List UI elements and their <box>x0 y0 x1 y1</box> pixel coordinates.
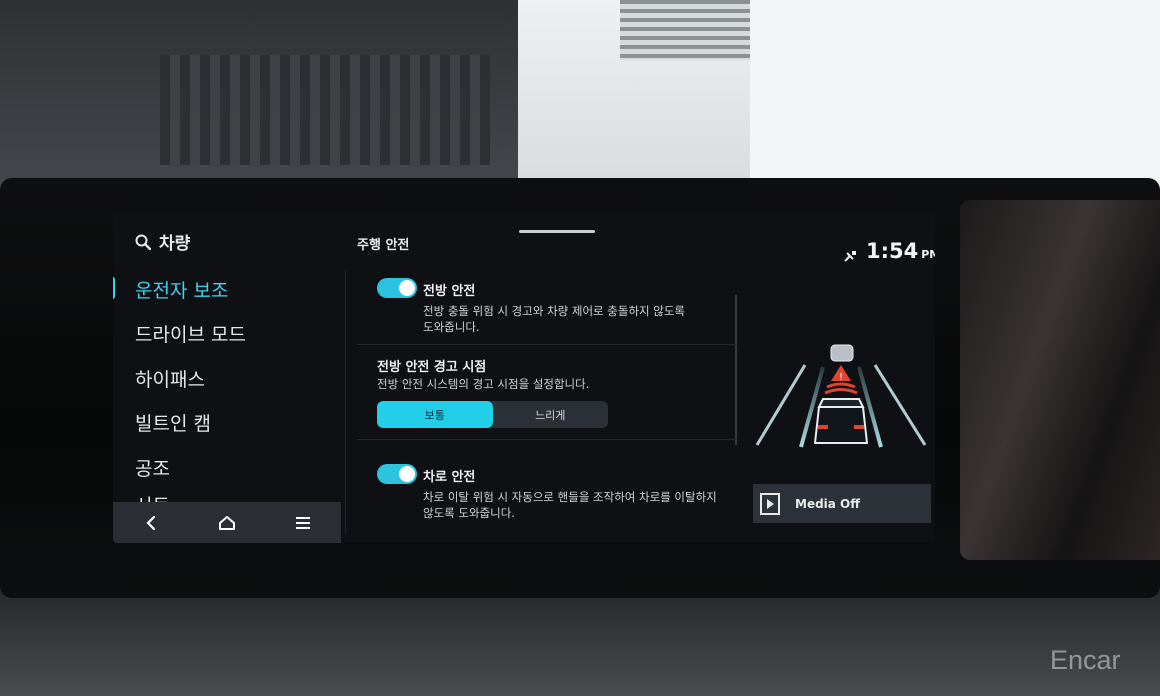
clock-ampm: PM <box>921 248 935 261</box>
menu-icon <box>296 516 310 529</box>
timing-option-normal[interactable]: 보통 <box>377 401 493 428</box>
menu-button[interactable] <box>278 505 328 541</box>
timing-option-slow[interactable]: 느리게 <box>493 401 609 428</box>
sidebar-item-climate[interactable]: 공조 <box>113 445 341 490</box>
watermark: Encar <box>1050 645 1121 675</box>
pull-handle[interactable] <box>519 230 595 233</box>
window-bright <box>750 0 1160 200</box>
forward-collision-illustration-icon: ! <box>755 344 927 448</box>
lower-dashboard <box>0 600 1160 696</box>
warning-timing-desc: 전방 안전 시스템의 경고 시점을 설정합니다. <box>377 377 590 391</box>
home-button[interactable] <box>202 505 252 541</box>
home-icon <box>219 515 235 530</box>
sidebar-item-hipass[interactable]: 하이패스 <box>113 356 341 401</box>
separator <box>357 439 737 440</box>
search-row[interactable]: 차량 <box>135 229 190 254</box>
media-label: Media Off <box>795 496 860 511</box>
scrollbar[interactable] <box>735 295 737 445</box>
lane-safety-toggle[interactable] <box>377 464 417 484</box>
clock-time: 1:54 <box>866 239 919 263</box>
media-play-icon <box>753 484 787 523</box>
search-icon[interactable] <box>135 234 151 250</box>
separator <box>357 344 737 345</box>
bottom-bar <box>113 502 341 543</box>
lane-safety-desc: 차로 이탈 위험 시 자동으로 핸들을 조작하여 차로를 이탈하지 않도록 도와… <box>423 490 717 520</box>
infotainment-screen: 차량 운전자 보조 드라이브 모드 하이패스 빌트인 캠 공조 시트 주행 안전… <box>113 213 935 543</box>
air-vent <box>160 55 490 165</box>
status-bar: 1:54 PM <box>843 239 935 263</box>
background-grille <box>620 0 750 60</box>
lane-safety-title: 차로 안전 <box>423 470 476 485</box>
forward-safety-desc: 전방 충돌 위험 시 경고와 차량 제어로 충돌하지 않도록 도와줍니다. <box>423 304 686 334</box>
sidebar-nav: 운전자 보조 드라이브 모드 하이패스 빌트인 캠 공조 시트 <box>113 267 341 518</box>
connectivity-icon <box>844 251 856 262</box>
sidebar-item-drive-mode[interactable]: 드라이브 모드 <box>113 312 341 357</box>
forward-safety-toggle[interactable] <box>377 278 417 298</box>
back-button[interactable] <box>126 505 176 541</box>
sidebar-item-driver-assist[interactable]: 운전자 보조 <box>113 267 341 312</box>
svg-text:!: ! <box>839 372 843 383</box>
media-widget[interactable]: Media Off <box>753 484 931 523</box>
search-label: 차량 <box>159 234 191 254</box>
page-title: 주행 안전 <box>357 238 410 253</box>
content-divider <box>345 271 346 533</box>
warning-timing-title: 전방 안전 경고 시점 <box>377 360 487 375</box>
warning-timing-selector: 보통 느리게 <box>377 401 608 428</box>
side-panel <box>960 200 1160 560</box>
sidebar-item-builtin-cam[interactable]: 빌트인 캠 <box>113 401 341 446</box>
forward-safety-title: 전방 안전 <box>423 284 476 299</box>
back-icon <box>146 515 156 530</box>
lane-safety-setting: 차로 안전 차로 이탈 위험 시 자동으로 핸들을 조작하여 차로를 이탈하지 … <box>377 464 717 520</box>
forward-safety-setting: 전방 안전 전방 충돌 위험 시 경고와 차량 제어로 충돌하지 않도록 도와줍… <box>377 278 685 334</box>
